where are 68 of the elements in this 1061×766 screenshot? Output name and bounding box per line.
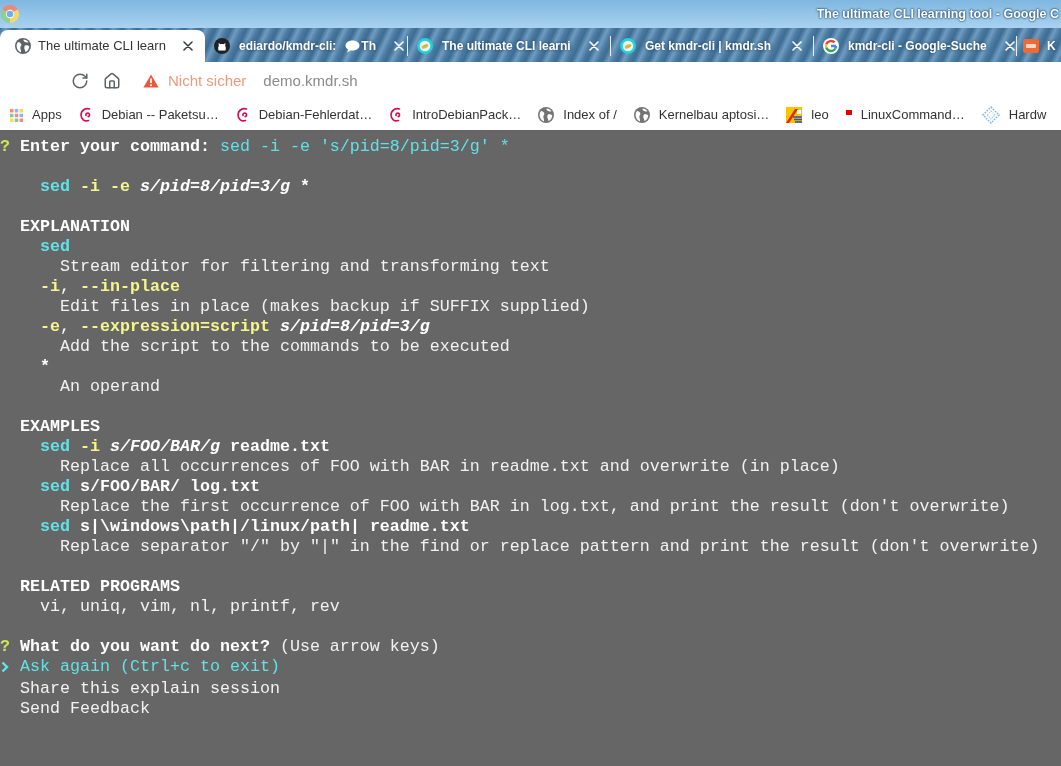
bookmark-item[interactable]: Apps [10, 105, 62, 125]
prompt-hint: (Use arrow keys) [279, 637, 440, 656]
bookmark-item[interactable]: Hardw [981, 105, 1047, 125]
command-term: sed -i s/FOO/BAR/g readme.txt [40, 437, 330, 456]
browser-tab[interactable]: K [1017, 30, 1061, 62]
command-term: -i, --in-place [40, 277, 180, 296]
grid-icon [10, 108, 23, 122]
speech-bubble-icon [345, 39, 361, 53]
swirl-icon [235, 107, 250, 123]
diamond-icon [981, 106, 1000, 124]
section-heading: RELATED PROGRAMS [20, 577, 180, 596]
related-programs: vi, uniq, vim, nl, printf, rev [40, 597, 340, 616]
pointer-icon [1, 661, 9, 673]
browser-tab[interactable]: The ultimate CLI learni [408, 30, 610, 62]
globe-icon [538, 107, 555, 123]
flag-logo-icon [786, 107, 803, 123]
bookmark-item[interactable]: IntroDebianPack… [389, 105, 522, 125]
swirl-icon [78, 107, 93, 123]
description-text: Replace separator "/" by "|" in the find or replace pattern and print the result (don't overwrite) [60, 537, 1040, 556]
menu-option[interactable]: Send Feedback [20, 699, 150, 719]
bookmark-item[interactable]: Kernelbau aptosi… [633, 105, 770, 125]
description-text: Add the script to the commands to be executed [60, 337, 510, 356]
section-heading: EXAMPLES [20, 417, 100, 436]
window-title: The ultimate CLI learning tool - Google C [816, 5, 1060, 23]
bookmark-item[interactable]: LinuxCommand… [845, 105, 965, 125]
entered-command: sed -i -e 's/pid=8/pid=3/g' * [219, 137, 510, 156]
parsed-command: sed -i -e s/pid=8/pid=3/g * [40, 177, 310, 196]
description-text: An operand [60, 377, 160, 396]
app-logo-icon [1, 5, 19, 23]
prompt-symbol: ? [0, 637, 10, 656]
command-term: sed s/FOO/BAR/ log.txt [40, 477, 260, 496]
globe-icon [15, 38, 31, 54]
bookmark-item[interactable]: Debian-Fehlerdat… [235, 105, 373, 125]
section-heading: EXPLANATION [20, 217, 130, 236]
colored-ring-icon [823, 38, 839, 54]
reload-icon [71, 72, 89, 90]
prompt-label: What do you want do next? [20, 637, 270, 656]
bookmark-item[interactable]: leo [786, 105, 829, 125]
menu-option[interactable]: Share this explain session [20, 679, 280, 699]
ring-logo-icon [620, 38, 636, 54]
url-text[interactable]: demo.kmdr.sh [263, 69, 358, 93]
browser-tab[interactable]: The ultimate CLI learn [0, 30, 205, 62]
prompt-symbol: ? [0, 137, 10, 156]
menu-option[interactable]: Ask again (Ctrl+c to exit) [0, 657, 280, 677]
globe-icon [633, 107, 650, 123]
square-icon [845, 110, 852, 116]
warning-icon [143, 74, 159, 88]
bookmark-item[interactable]: Debian -- Paketsu… [78, 105, 219, 125]
description-text: Replace all occurrences of FOO with BAR in readme.txt and overwrite (in place) [60, 457, 840, 476]
prompt-label: Enter your command: [20, 137, 210, 156]
browser-tab[interactable]: Get kmdr-cli | kmdr.sh [611, 30, 813, 62]
cat-silhouette-icon [214, 38, 230, 54]
description-text: Edit files in place (makes backup if SUFFIX supplied) [60, 297, 590, 316]
browser-tab[interactable]: ediardo/kmdr-cli: Th [205, 30, 407, 62]
command-term: * [40, 357, 50, 376]
command-term: -e, --expression=script s/pid=8/pid=3/g [40, 317, 430, 336]
ring-logo-icon [417, 38, 433, 54]
home-icon [103, 72, 121, 90]
close-icon[interactable] [183, 41, 193, 51]
browser-tab[interactable]: kmdr-cli - Google-Suche [814, 30, 1016, 62]
bookmark-item[interactable]: Index of / [538, 105, 617, 125]
badge-logo-icon [1023, 39, 1039, 53]
command-term: sed [40, 237, 70, 256]
description-text: Replace the first occurrence of FOO with BAR in log.txt, and print the result (don't overwrite) [60, 497, 1010, 516]
home-button[interactable] [103, 72, 121, 90]
description-text: Stream editor for filtering and transforming text [60, 257, 550, 276]
command-term: sed s|\windows\path|/linux/path| readme.txt [40, 517, 470, 536]
reload-button[interactable] [71, 72, 89, 90]
